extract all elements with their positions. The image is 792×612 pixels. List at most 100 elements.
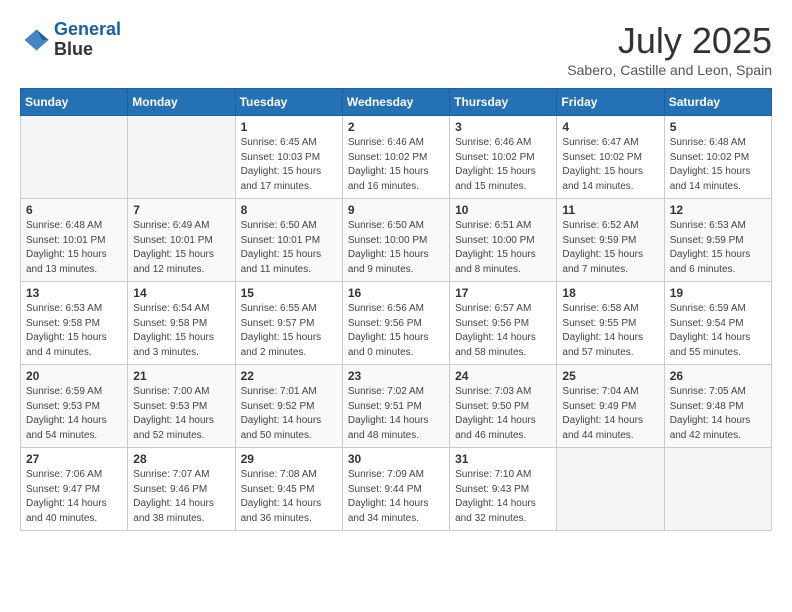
day-info: Sunrise: 7:04 AM Sunset: 9:49 PM Dayligh… [562,385,658,443]
calendar-cell [128,116,235,199]
day-info: Sunrise: 7:09 AM Sunset: 9:44 PM Dayligh… [348,468,444,526]
day-info: Sunrise: 6:46 AM Sunset: 10:02 PM Daylig… [348,136,444,194]
calendar-cell: 15Sunrise: 6:55 AM Sunset: 9:57 PM Dayli… [235,282,342,365]
weekday-header-tuesday: Tuesday [235,89,342,116]
day-info: Sunrise: 7:01 AM Sunset: 9:52 PM Dayligh… [241,385,337,443]
calendar-cell: 9 Sunrise: 6:50 AM Sunset: 10:00 PM Dayli… [342,199,449,282]
calendar-cell: 25Sunrise: 7:04 AM Sunset: 9:49 PM Dayli… [557,365,664,448]
calendar-cell: 24 Sunrise: 7:03 AM Sunset: 9:50 PM Dayli… [450,365,557,448]
day-info: Sunrise: 6:46 AM Sunset: 10:02 PM Daylig… [455,136,551,194]
location: Sabero, Castille and Leon, Spain [567,62,772,78]
logo-line1: General [54,19,121,39]
day-info: Sunrise: 7:02 AM Sunset: 9:51 PM Dayligh… [348,385,444,443]
calendar-cell: 1 Sunrise: 6:45 AM Sunset: 10:03 PM Dayli… [235,116,342,199]
day-info: Sunrise: 6:57 AM Sunset: 9:56 PM Dayligh… [455,302,551,360]
day-info: Sunrise: 6:48 AM Sunset: 10:02 PM Daylig… [670,136,766,194]
day-number: 8 [241,203,337,217]
calendar-cell: 11Sunrise: 6:52 AM Sunset: 9:59 PM Dayli… [557,199,664,282]
day-number: 16 [348,286,444,300]
calendar-cell: 8 Sunrise: 6:50 AM Sunset: 10:01 PM Dayli… [235,199,342,282]
calendar-cell: 6 Sunrise: 6:48 AM Sunset: 10:01 PM Dayli… [21,199,128,282]
calendar-body: 1 Sunrise: 6:45 AM Sunset: 10:03 PM Dayli… [21,116,772,531]
day-info: Sunrise: 6:47 AM Sunset: 10:02 PM Daylig… [562,136,658,194]
calendar-cell: 23 Sunrise: 7:02 AM Sunset: 9:51 PM Dayli… [342,365,449,448]
calendar-cell: 29Sunrise: 7:08 AM Sunset: 9:45 PM Dayli… [235,448,342,531]
calendar-cell: 21 Sunrise: 7:00 AM Sunset: 9:53 PM Dayli… [128,365,235,448]
day-info: Sunrise: 7:10 AM Sunset: 9:43 PM Dayligh… [455,468,551,526]
day-info: Sunrise: 6:45 AM Sunset: 10:03 PM Daylig… [241,136,337,194]
day-info: Sunrise: 7:03 AM Sunset: 9:50 PM Dayligh… [455,385,551,443]
week-row-5: 27Sunrise: 7:06 AM Sunset: 9:47 PM Dayli… [21,448,772,531]
day-number: 28 [133,452,229,466]
day-info: Sunrise: 6:49 AM Sunset: 10:01 PM Daylig… [133,219,229,277]
day-number: 24 [455,369,551,383]
calendar-cell: 12 Sunrise: 6:53 AM Sunset: 9:59 PM Dayli… [664,199,771,282]
day-info: Sunrise: 6:55 AM Sunset: 9:57 PM Dayligh… [241,302,337,360]
weekday-header-wednesday: Wednesday [342,89,449,116]
day-number: 10 [455,203,551,217]
day-info: Sunrise: 6:54 AM Sunset: 9:58 PM Dayligh… [133,302,229,360]
calendar-cell: 19 Sunrise: 6:59 AM Sunset: 9:54 PM Dayli… [664,282,771,365]
day-number: 26 [670,369,766,383]
day-info: Sunrise: 6:48 AM Sunset: 10:01 PM Daylig… [26,219,122,277]
calendar-cell: 3 Sunrise: 6:46 AM Sunset: 10:02 PM Dayli… [450,116,557,199]
day-number: 18 [562,286,658,300]
day-info: Sunrise: 7:05 AM Sunset: 9:48 PM Dayligh… [670,385,766,443]
week-row-3: 13 Sunrise: 6:53 AM Sunset: 9:58 PM Dayli… [21,282,772,365]
calendar-table: SundayMondayTuesdayWednesdayThursdayFrid… [20,88,772,531]
calendar-cell: 13 Sunrise: 6:53 AM Sunset: 9:58 PM Dayli… [21,282,128,365]
calendar-cell: 14 Sunrise: 6:54 AM Sunset: 9:58 PM Dayli… [128,282,235,365]
day-number: 20 [26,369,122,383]
calendar-cell: 10Sunrise: 6:51 AM Sunset: 10:00 PM Dayl… [450,199,557,282]
day-info: Sunrise: 7:00 AM Sunset: 9:53 PM Dayligh… [133,385,229,443]
calendar-cell: 22Sunrise: 7:01 AM Sunset: 9:52 PM Dayli… [235,365,342,448]
day-number: 7 [133,203,229,217]
calendar-cell: 30Sunrise: 7:09 AM Sunset: 9:44 PM Dayli… [342,448,449,531]
title-block: July 2025 Sabero, Castille and Leon, Spa… [567,20,772,78]
calendar-cell: 27Sunrise: 7:06 AM Sunset: 9:47 PM Dayli… [21,448,128,531]
day-info: Sunrise: 6:53 AM Sunset: 9:59 PM Dayligh… [670,219,766,277]
calendar-cell: 26 Sunrise: 7:05 AM Sunset: 9:48 PM Dayli… [664,365,771,448]
logo-icon [20,25,50,55]
day-info: Sunrise: 6:59 AM Sunset: 9:53 PM Dayligh… [26,385,122,443]
day-number: 27 [26,452,122,466]
calendar-cell: 28 Sunrise: 7:07 AM Sunset: 9:46 PM Dayli… [128,448,235,531]
logo-line2: Blue [54,40,121,60]
day-info: Sunrise: 6:50 AM Sunset: 10:01 PM Daylig… [241,219,337,277]
day-number: 9 [348,203,444,217]
calendar-cell: 7 Sunrise: 6:49 AM Sunset: 10:01 PM Dayli… [128,199,235,282]
day-number: 3 [455,120,551,134]
calendar-cell [557,448,664,531]
day-number: 31 [455,452,551,466]
weekday-header-friday: Friday [557,89,664,116]
day-number: 12 [670,203,766,217]
week-row-4: 20 Sunrise: 6:59 AM Sunset: 9:53 PM Dayli… [21,365,772,448]
day-number: 14 [133,286,229,300]
day-number: 13 [26,286,122,300]
calendar-cell: 16 Sunrise: 6:56 AM Sunset: 9:56 PM Dayli… [342,282,449,365]
day-info: Sunrise: 7:07 AM Sunset: 9:46 PM Dayligh… [133,468,229,526]
day-number: 4 [562,120,658,134]
weekday-header-saturday: Saturday [664,89,771,116]
day-info: Sunrise: 6:50 AM Sunset: 10:00 PM Daylig… [348,219,444,277]
day-number: 19 [670,286,766,300]
day-info: Sunrise: 7:08 AM Sunset: 9:45 PM Dayligh… [241,468,337,526]
weekday-header-monday: Monday [128,89,235,116]
day-number: 2 [348,120,444,134]
day-number: 23 [348,369,444,383]
calendar-cell [664,448,771,531]
day-number: 21 [133,369,229,383]
day-number: 17 [455,286,551,300]
month-title: July 2025 [567,20,772,62]
calendar-cell: 4 Sunrise: 6:47 AM Sunset: 10:02 PM Dayli… [557,116,664,199]
weekday-header-sunday: Sunday [21,89,128,116]
day-info: Sunrise: 6:56 AM Sunset: 9:56 PM Dayligh… [348,302,444,360]
calendar-cell: 20 Sunrise: 6:59 AM Sunset: 9:53 PM Dayli… [21,365,128,448]
calendar-cell: 17 Sunrise: 6:57 AM Sunset: 9:56 PM Dayli… [450,282,557,365]
day-number: 1 [241,120,337,134]
day-info: Sunrise: 6:59 AM Sunset: 9:54 PM Dayligh… [670,302,766,360]
weekday-header-row: SundayMondayTuesdayWednesdayThursdayFrid… [21,89,772,116]
day-info: Sunrise: 6:53 AM Sunset: 9:58 PM Dayligh… [26,302,122,360]
day-number: 6 [26,203,122,217]
page-header: General Blue July 2025 Sabero, Castille … [20,20,772,78]
